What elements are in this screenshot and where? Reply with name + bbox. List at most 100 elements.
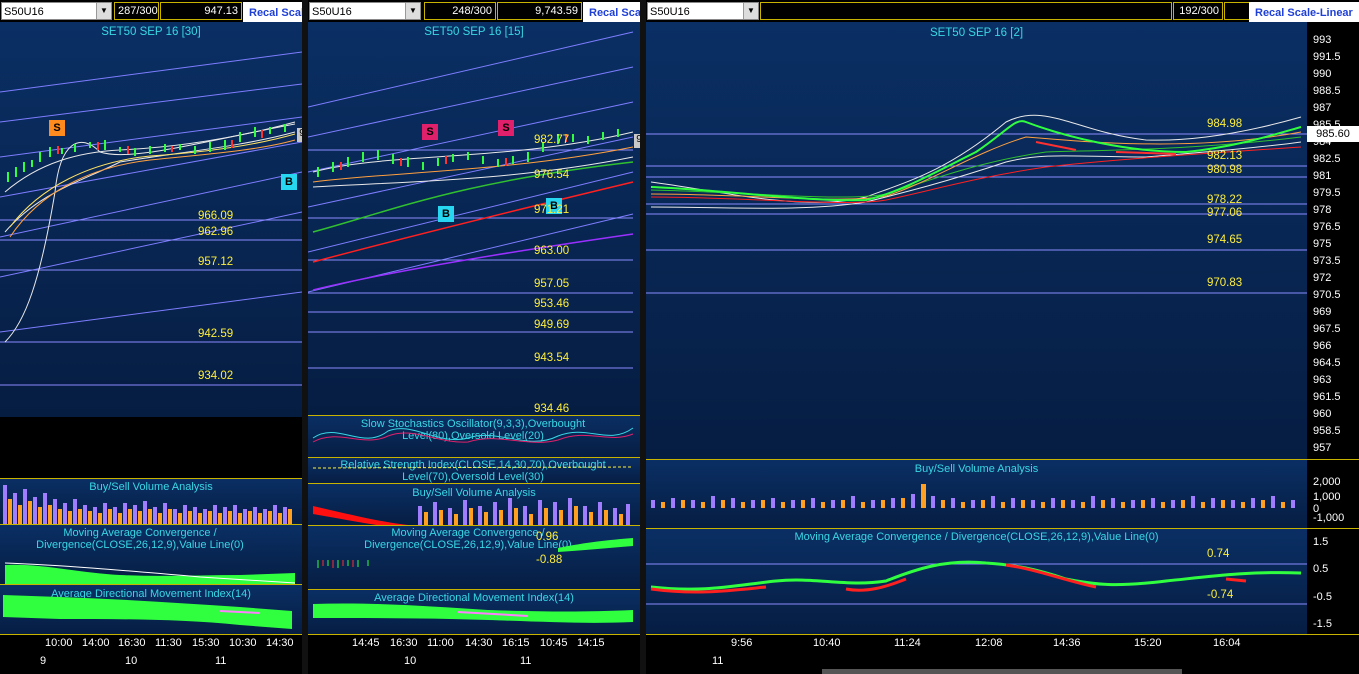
time-label: 14:00	[82, 637, 110, 649]
symbol-select-3[interactable]: S50U16 ▼	[647, 2, 759, 20]
date-label: 11	[215, 655, 227, 667]
price-tick: 963	[1313, 374, 1332, 386]
volume-bars-2	[313, 498, 630, 526]
time-axis-1: 10:00 14:00 16:30 11:30 15:30 10:30 14:3…	[0, 634, 302, 674]
chevron-down-icon[interactable]: ▼	[743, 3, 758, 19]
price-area-2[interactable]: SET50 SEP 16 [15] S S B B 9 982.77 976.5…	[308, 22, 640, 415]
time-label: 11:30	[155, 637, 182, 649]
buy-marker[interactable]: B	[438, 206, 454, 222]
price-tick: 957	[1313, 442, 1332, 454]
toolbar-2: S50U16 ▼ 248/300 9,743.59 Recal Scale	[308, 0, 640, 22]
symbol-label: S50U16	[650, 6, 690, 18]
price-axis-3[interactable]: 985.60 993 991.5 990 988.5 987 985.5 984 982.5 9…	[1307, 22, 1359, 459]
level-label: 978.22	[1207, 194, 1243, 206]
last-value-2: 9,743.59	[497, 2, 582, 20]
macd-pane-1[interactable]: Moving Average Convergence / Divergence(…	[0, 524, 302, 585]
bar-count-1: 287/300	[114, 2, 159, 20]
level-label: 980.98	[1207, 164, 1243, 176]
adx-svg-1	[3, 595, 292, 629]
macd-svg-1	[4, 562, 296, 585]
price-tick: 988.5	[1313, 85, 1341, 97]
price-tick: 969	[1313, 306, 1332, 318]
adx-svg-2	[313, 603, 633, 623]
bar-count-2: 248/300	[424, 2, 496, 20]
buysell-pane-2[interactable]: Buy/Sell Volume Analysis	[308, 483, 640, 526]
volume-ribbon-svg-1	[0, 22, 302, 417]
chart-header-bar	[760, 2, 1172, 20]
chevron-down-icon[interactable]: ▼	[96, 3, 111, 19]
volume-tick: 1,000	[1313, 491, 1341, 503]
time-label: 15:20	[1134, 637, 1162, 649]
toolbar-1: S50U16 ▼ 287/300 947.13 Recal Scale	[0, 0, 302, 22]
toolbar-3: S50U16 ▼ 192/300 -3.05 Recal Scale-Linea…	[646, 0, 1359, 22]
price-area-1[interactable]: SET50 SEP 16 [30] S B 966.09 962.96 957.…	[0, 22, 302, 417]
rsi-svg-2	[312, 466, 634, 469]
price-tick: 966	[1313, 340, 1332, 352]
price-tick: 975	[1313, 238, 1332, 250]
price-area-3[interactable]: SET50 SEP 16 [2] 984.98 982.13 980.98 97…	[646, 22, 1307, 459]
volume-bars-3	[651, 484, 1295, 508]
macd-pane-2[interactable]: Moving Average Convergence / Divergence(…	[308, 525, 640, 590]
time-label: 9:56	[731, 637, 753, 649]
recal-scale-button-1[interactable]: Recal Scale	[243, 2, 302, 22]
chart-panel-1[interactable]: S50U16 ▼ 287/300 947.13 Recal Scale SET5…	[0, 0, 302, 674]
date-label: 11	[712, 655, 724, 667]
time-label: 14:15	[577, 637, 605, 649]
stochastic-pane-2[interactable]: Slow Stochastics Oscillator(9,3,3),Overb…	[308, 415, 640, 458]
price-tick: 987	[1313, 102, 1332, 114]
time-label: 14:30	[266, 637, 294, 649]
level-label: 943.54	[534, 352, 570, 364]
time-label: 14:36	[1053, 637, 1081, 649]
recal-scale-button-2[interactable]: Recal Scale	[583, 2, 640, 22]
time-label: 12:08	[975, 637, 1003, 649]
bar-count-3: 192/300	[1173, 2, 1223, 20]
time-label: 16:15	[502, 637, 530, 649]
symbol-select-1[interactable]: S50U16 ▼	[1, 2, 112, 20]
time-label: 16:30	[118, 637, 146, 649]
level-label: 957.05	[534, 278, 570, 290]
macd-pane-3[interactable]: Moving Average Convergence / Divergence(…	[646, 528, 1307, 635]
price-tick: 978	[1313, 204, 1332, 216]
sell-marker[interactable]: S	[422, 124, 438, 140]
macd-svg-3	[646, 560, 1307, 605]
adx-pane-2[interactable]: Average Directional Movement Index(14)	[308, 589, 640, 635]
chart-panel-3[interactable]: S50U16 ▼ 192/300 -3.05 Recal Scale-Linea…	[646, 0, 1359, 674]
price-tick: 990	[1313, 68, 1332, 80]
adx-pane-1[interactable]: Average Directional Movement Index(14)	[0, 584, 302, 635]
level-label: 974.65	[1207, 234, 1243, 246]
date-label: 10	[404, 655, 417, 667]
price-tick: 958.5	[1313, 425, 1341, 437]
horizontal-scrollbar[interactable]	[822, 669, 1182, 674]
volume-tick: 2,000	[1313, 476, 1341, 488]
price-tick: 985.5	[1313, 119, 1341, 131]
price-tick: 982.5	[1313, 153, 1341, 165]
symbol-select-2[interactable]: S50U16 ▼	[309, 2, 421, 20]
level-label: 963.00	[534, 245, 570, 257]
time-label: 11:00	[427, 637, 454, 649]
price-tick: 967.5	[1313, 323, 1341, 335]
price-svg-2	[308, 31, 634, 369]
last-value-1: 947.13	[160, 2, 242, 20]
symbol-label: S50U16	[4, 6, 44, 18]
sell-marker[interactable]: S	[498, 120, 514, 136]
chevron-down-icon[interactable]: ▼	[405, 3, 420, 19]
price-tick: 979.5	[1313, 187, 1341, 199]
level-label: 984.98	[1207, 118, 1243, 130]
time-label: 16:30	[390, 637, 418, 649]
time-label: 15:30	[192, 637, 220, 649]
price-tick: 981	[1313, 170, 1332, 182]
time-label: 10:45	[540, 637, 568, 649]
stoch-svg-2	[312, 427, 634, 443]
time-label: 11:24	[894, 637, 921, 649]
buysell-pane-3[interactable]: Buy/Sell Volume Analysis	[646, 459, 1307, 529]
recal-scale-button-3[interactable]: Recal Scale-Linear	[1249, 2, 1359, 22]
buysell-pane-1[interactable]: Buy/Sell Volume Analysis	[0, 478, 302, 525]
price-tick: 970.5	[1313, 289, 1341, 301]
level-label: 982.77	[534, 134, 570, 146]
level-label: 953.46	[534, 298, 570, 310]
price-tick: 993	[1313, 34, 1332, 46]
rsi-pane-2[interactable]: Relative Strength Index(CLOSE,14,30,70),…	[308, 457, 640, 484]
chart-panel-2[interactable]: S50U16 ▼ 248/300 9,743.59 Recal Scale SE…	[308, 0, 640, 674]
date-label: 9	[40, 655, 47, 667]
macd-axis-3: 1.5 0.5 -0.5 -1.5	[1307, 528, 1359, 635]
